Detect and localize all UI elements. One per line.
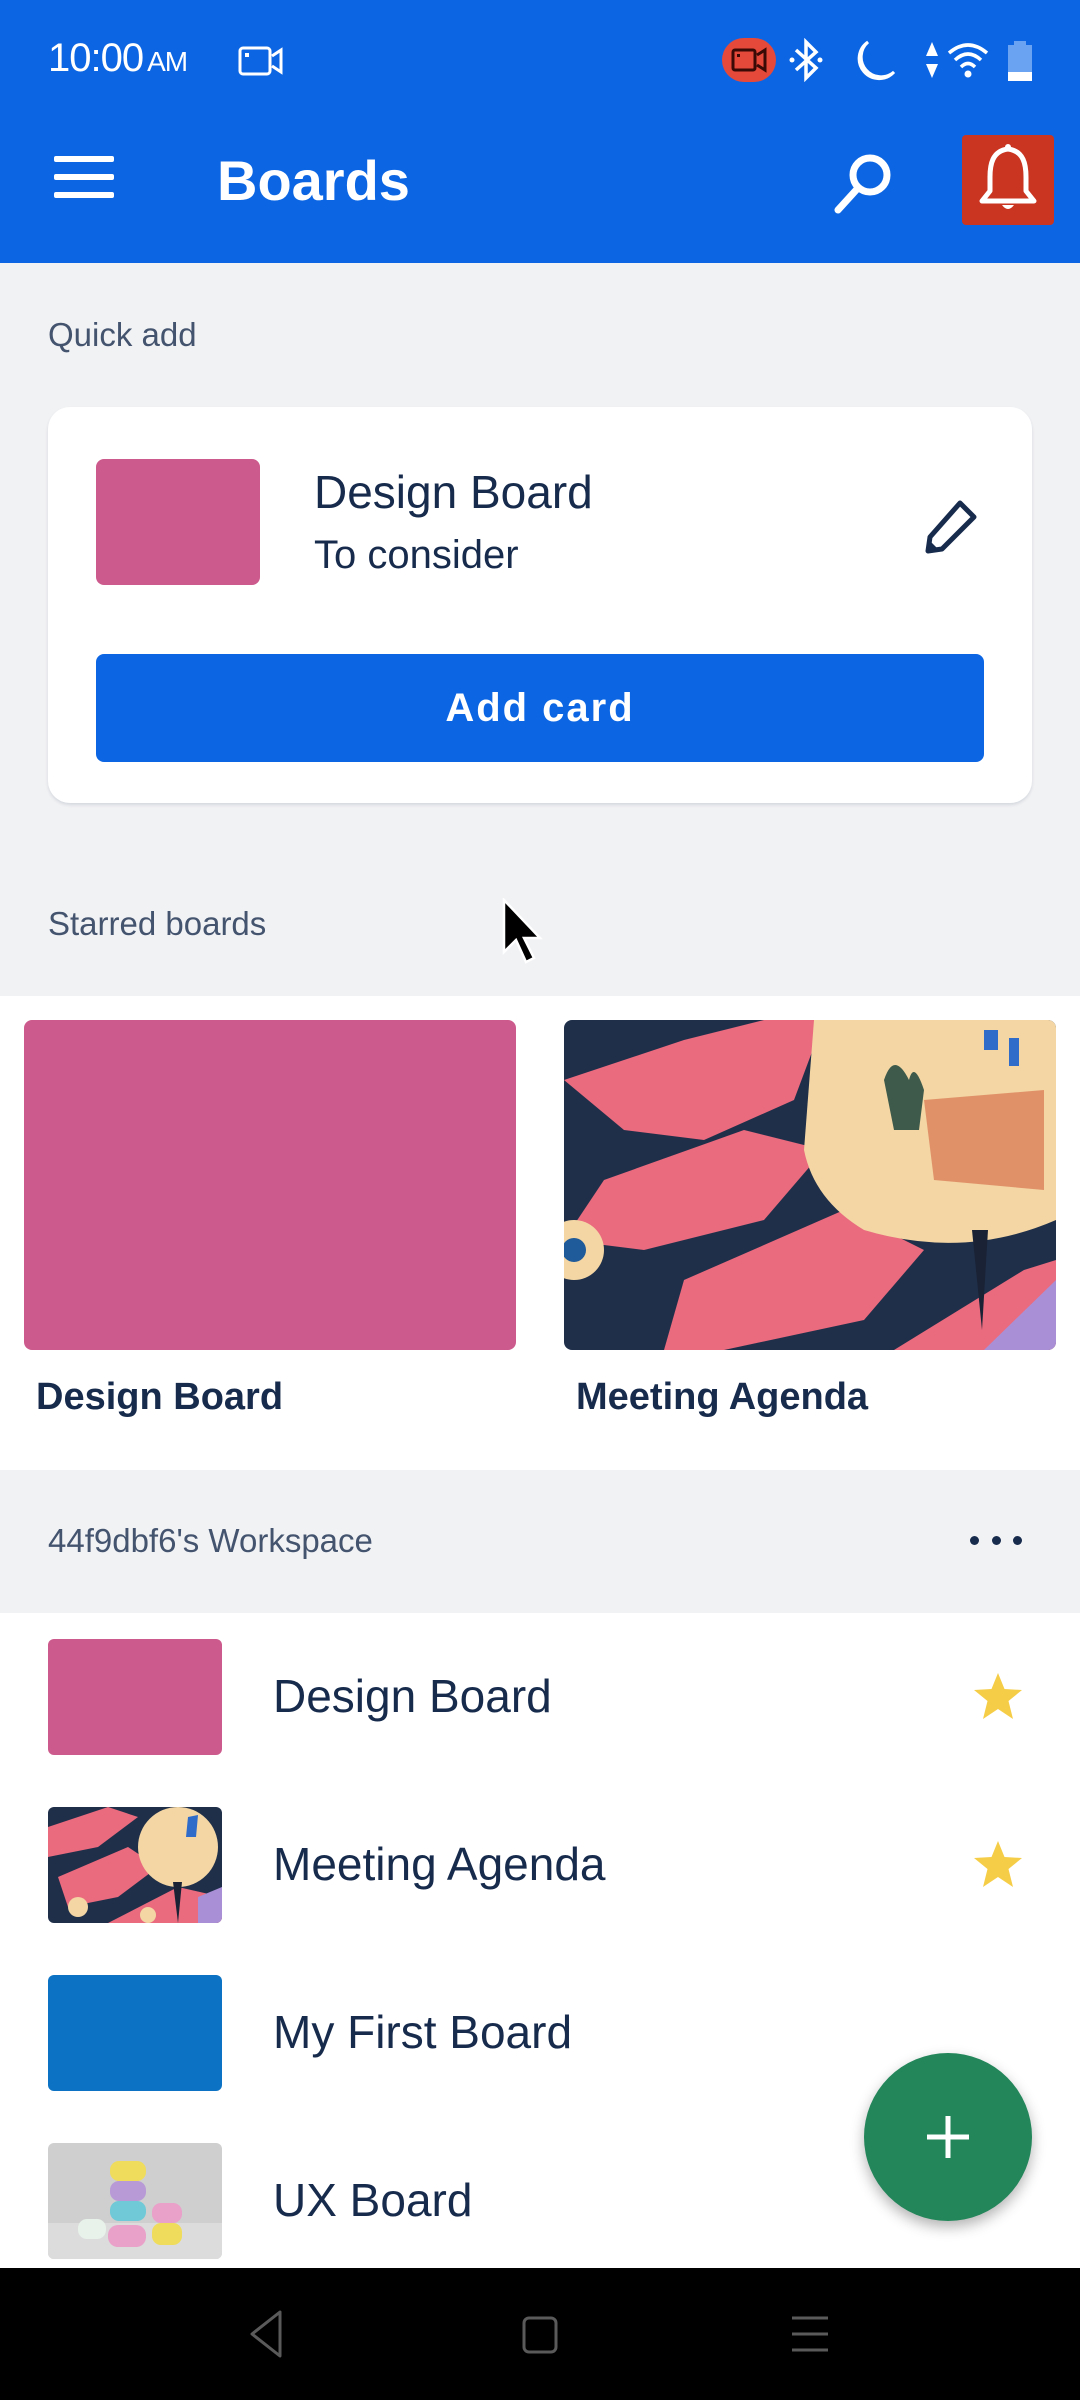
bluetooth-icon [789, 38, 823, 82]
board-row-meeting-agenda[interactable]: Meeting Agenda [0, 1781, 1080, 1949]
quick-add-list-name: To consider [314, 533, 519, 577]
board-thumbnail [48, 1975, 222, 2091]
system-navigation-bar [0, 2268, 1080, 2400]
back-triangle-icon[interactable] [236, 2304, 296, 2364]
board-name: Meeting Agenda [273, 1838, 606, 1890]
search-icon[interactable] [828, 148, 898, 218]
screen-record-icon [238, 46, 283, 76]
meeting-agenda-photo [564, 1020, 1056, 1350]
starred-board-thumbnail [24, 1020, 516, 1350]
add-card-button[interactable]: Add card [96, 654, 984, 762]
battery-icon [1008, 41, 1032, 81]
quick-add-label: Quick add [48, 316, 197, 353]
star-icon[interactable] [970, 1837, 1026, 1893]
quick-add-board-thumbnail [96, 459, 260, 585]
board-name: My First Board [273, 2006, 573, 2058]
status-time-value: 10:00 [48, 36, 144, 80]
board-row-design-board[interactable]: Design Board [0, 1613, 1080, 1781]
starred-boards-section: Design Board Meeting Agenda [0, 996, 1080, 1470]
quick-add-board-name: Design Board [314, 466, 593, 518]
starred-board-thumbnail [564, 1020, 1056, 1350]
bell-icon [979, 144, 1037, 209]
board-name: UX Board [273, 2174, 473, 2226]
star-icon[interactable] [970, 1669, 1026, 1725]
status-time: 10:00 AM [48, 36, 188, 81]
app-bar: 10:00 AM Boards [0, 0, 1080, 263]
hamburger-menu-icon[interactable] [54, 156, 114, 206]
mouse-cursor-icon [502, 898, 543, 964]
ux-board-photo [48, 2143, 222, 2259]
data-arrows-icon [926, 42, 938, 78]
more-horizontal-icon[interactable] [966, 1518, 1026, 1562]
board-thumbnail [48, 1639, 222, 1755]
recording-indicator-icon [722, 38, 776, 82]
create-fab-plus-icon[interactable] [864, 2053, 1032, 2221]
starred-board-design-board[interactable]: Design Board [24, 1020, 516, 1419]
starred-boards-label: Starred boards [48, 905, 267, 942]
quick-add-card: Design Board To consider Add card [48, 407, 1032, 803]
starred-board-name: Design Board [36, 1376, 284, 1418]
workspace-title: 44f9dbf6's Workspace [48, 1522, 373, 1559]
board-thumbnail [48, 1807, 222, 1923]
status-time-ampm: AM [147, 46, 188, 77]
starred-board-name: Meeting Agenda [576, 1376, 869, 1418]
board-name: Design Board [273, 1670, 552, 1722]
pencil-icon[interactable] [920, 497, 980, 557]
wifi-icon [947, 43, 989, 78]
workspace-header: 44f9dbf6's Workspace [0, 1470, 1080, 1613]
status-bar: 10:00 AM [0, 0, 1080, 120]
starred-board-meeting-agenda[interactable]: Meeting Agenda [564, 1020, 1056, 1419]
meeting-agenda-photo [48, 1807, 222, 1923]
home-square-icon[interactable] [510, 2304, 570, 2364]
page-title: Boards [217, 149, 410, 212]
board-thumbnail [48, 2143, 222, 2259]
recents-lines-icon[interactable] [780, 2304, 840, 2364]
notifications-button[interactable] [962, 135, 1054, 225]
do-not-disturb-moon-icon [857, 40, 896, 81]
